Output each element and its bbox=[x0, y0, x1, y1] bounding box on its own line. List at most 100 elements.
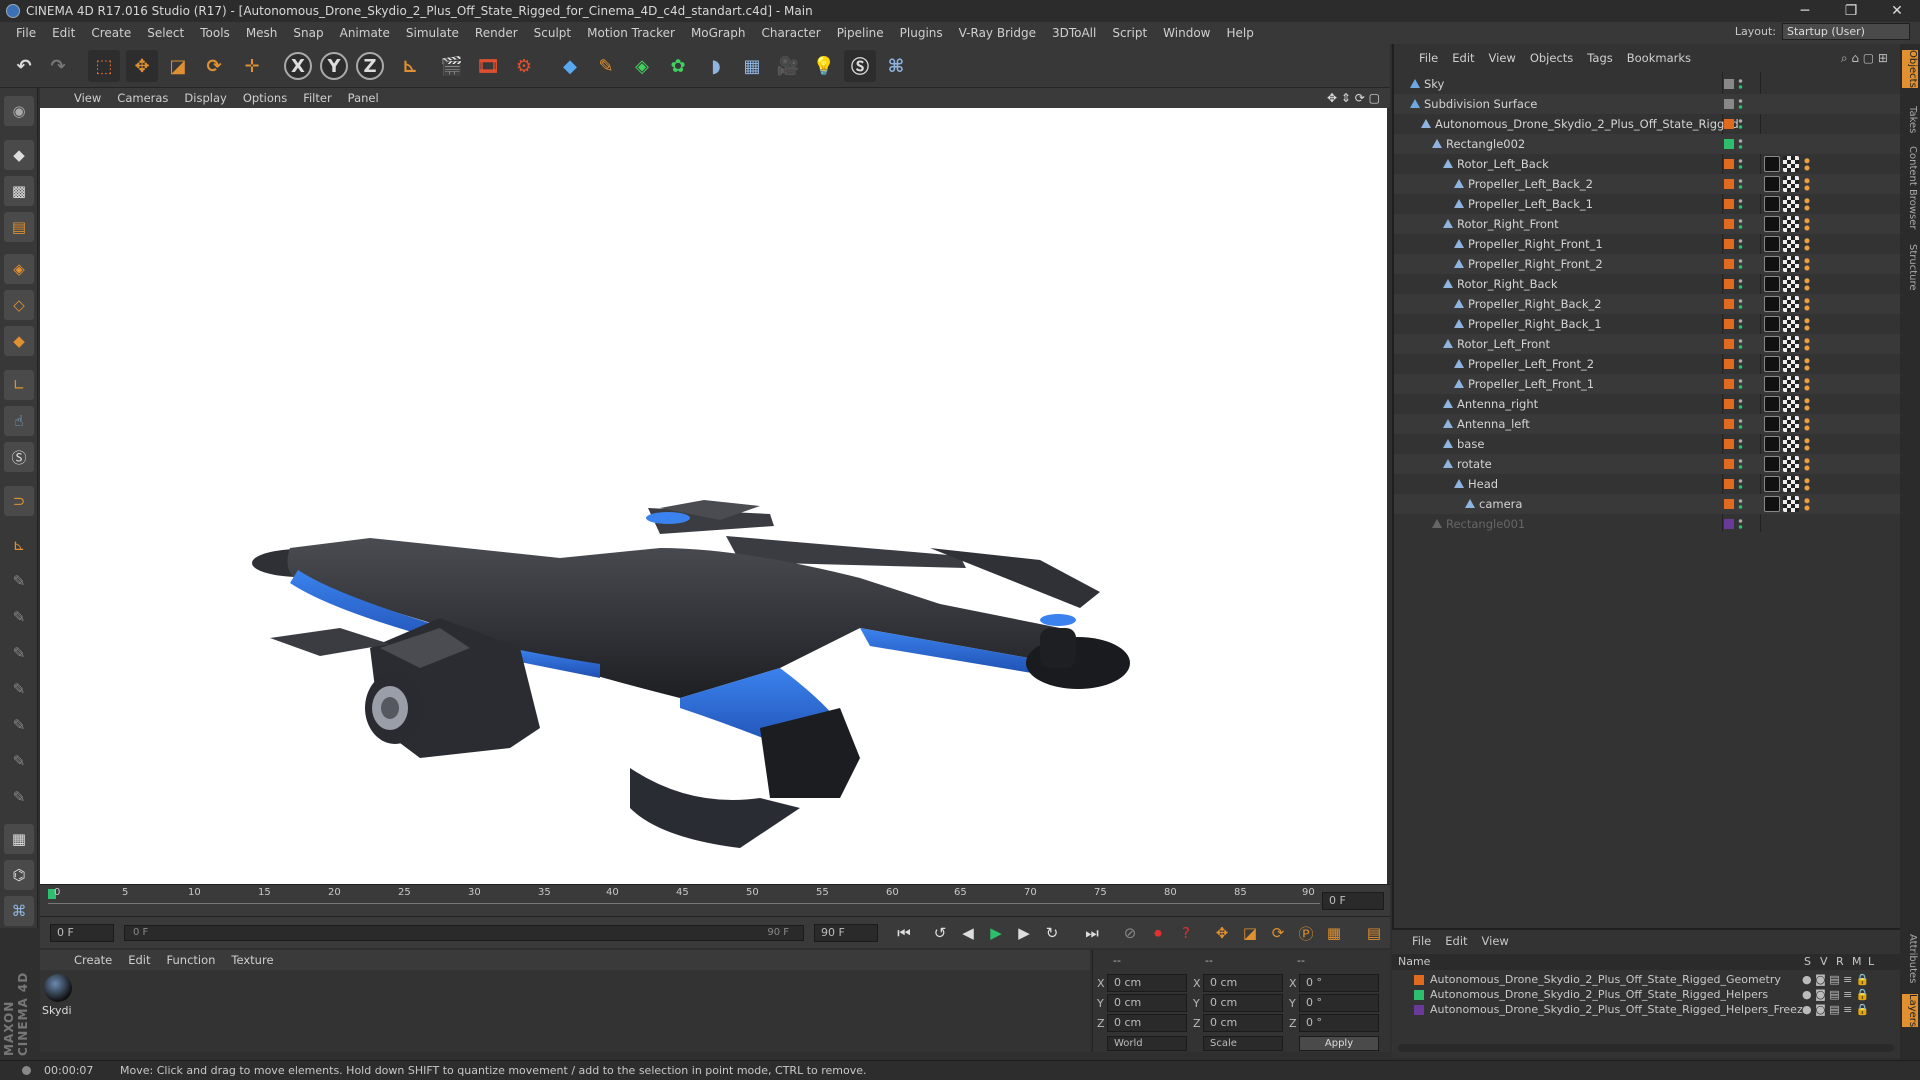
current-frame-field[interactable]: 0 F bbox=[1322, 892, 1384, 910]
menu-window[interactable]: Window bbox=[1155, 22, 1218, 44]
layer-menu-view[interactable]: View bbox=[1482, 934, 1509, 948]
key-position-icon[interactable]: ✥ bbox=[1210, 922, 1234, 944]
side-tab-content-browser[interactable]: Content Browser bbox=[1902, 146, 1918, 229]
record-keys-off-icon[interactable]: ⊘ bbox=[1118, 922, 1142, 944]
python-script-icon[interactable]: ⌘ bbox=[4, 896, 34, 926]
rig-tag-icon[interactable] bbox=[1802, 436, 1812, 452]
texture-tag-icon[interactable] bbox=[1783, 296, 1799, 312]
object-name[interactable]: Propeller_Right_Front_2 bbox=[1468, 254, 1603, 274]
rig-tag-icon[interactable] bbox=[1802, 316, 1812, 332]
viewport-menu-options[interactable]: Options bbox=[235, 91, 295, 105]
cube-primitive-icon[interactable]: ◆ bbox=[554, 50, 586, 82]
floor-icon[interactable]: ▦ bbox=[736, 50, 768, 82]
layer-color-swatch[interactable] bbox=[1724, 459, 1734, 469]
menu-render[interactable]: Render bbox=[467, 22, 526, 44]
material-tag-icon[interactable] bbox=[1764, 436, 1780, 452]
object-tags[interactable] bbox=[1764, 196, 1812, 212]
layer-color-swatch[interactable] bbox=[1724, 79, 1734, 89]
rotation-b-field[interactable]: 0 ° bbox=[1299, 1014, 1379, 1032]
side-tab-objects[interactable]: Objects bbox=[1902, 50, 1918, 88]
layer-color-swatch[interactable] bbox=[1724, 419, 1734, 429]
snapping-icon[interactable]: Ⓢ bbox=[4, 442, 34, 472]
position-x-field[interactable]: 0 cm bbox=[1107, 974, 1187, 992]
material-tag-icon[interactable] bbox=[1764, 296, 1780, 312]
rotation-h-field[interactable]: 0 ° bbox=[1299, 974, 1379, 992]
render-view-icon[interactable]: 🎬 bbox=[436, 50, 468, 82]
rig-tag-icon[interactable] bbox=[1802, 416, 1812, 432]
apply-button[interactable]: Apply bbox=[1299, 1036, 1379, 1051]
object-row[interactable]: base bbox=[1394, 434, 1900, 454]
go-to-end-icon[interactable]: ⏭ bbox=[1080, 922, 1104, 944]
position-z-field[interactable]: 0 cm bbox=[1107, 1014, 1187, 1032]
visibility-dots-icon[interactable] bbox=[1738, 258, 1743, 270]
frame-range-slider[interactable]: 0 F 90 F bbox=[124, 925, 804, 941]
rig-tag-icon[interactable] bbox=[1802, 356, 1812, 372]
object-row[interactable]: Autonomous_Drone_Skydio_2_Plus_Off_State… bbox=[1394, 114, 1900, 134]
om-menu-edit[interactable]: Edit bbox=[1445, 51, 1481, 65]
rig-tag-icon[interactable] bbox=[1802, 216, 1812, 232]
object-name[interactable]: Rotor_Left_Front bbox=[1457, 334, 1550, 354]
next-key-icon[interactable]: ↻ bbox=[1040, 922, 1064, 944]
viewport-menu-filter[interactable]: Filter bbox=[295, 91, 339, 105]
viewport-menu-cameras[interactable]: Cameras bbox=[109, 91, 176, 105]
object-name[interactable]: Propeller_Left_Back_1 bbox=[1468, 194, 1593, 214]
layer-color-swatch[interactable] bbox=[1724, 379, 1734, 389]
layout-dropdown[interactable]: Startup (User) bbox=[1782, 23, 1910, 40]
object-tags[interactable] bbox=[1764, 476, 1812, 492]
material-tag-icon[interactable] bbox=[1764, 316, 1780, 332]
object-row[interactable]: Rotor_Left_Front bbox=[1394, 334, 1900, 354]
layer-color-swatch[interactable] bbox=[1724, 219, 1734, 229]
workplane-mode-icon[interactable]: ▤ bbox=[4, 212, 34, 242]
side-tab-takes[interactable]: Takes bbox=[1902, 106, 1918, 133]
visibility-dots-icon[interactable] bbox=[1738, 418, 1743, 430]
texture-tag-icon[interactable] bbox=[1783, 236, 1799, 252]
autokey-icon[interactable]: ? bbox=[1174, 922, 1198, 944]
visibility-dots-icon[interactable] bbox=[1738, 298, 1743, 310]
texture-tag-icon[interactable] bbox=[1783, 496, 1799, 512]
object-tags[interactable] bbox=[1764, 456, 1812, 472]
rig-tag-icon[interactable] bbox=[1802, 176, 1812, 192]
object-name[interactable]: camera bbox=[1479, 494, 1522, 514]
go-to-start-icon[interactable]: ⏮ bbox=[892, 922, 916, 944]
make-editable-icon[interactable]: ◉ bbox=[4, 96, 34, 126]
key-parameter-icon[interactable]: Ⓟ bbox=[1294, 922, 1318, 944]
points-mode-icon[interactable]: ◈ bbox=[4, 254, 34, 284]
rig-tag-icon[interactable] bbox=[1802, 496, 1812, 512]
brush-tool-2-icon[interactable]: ✎ bbox=[4, 602, 34, 632]
object-name[interactable]: Rotor_Right_Back bbox=[1457, 274, 1558, 294]
object-row[interactable]: Propeller_Right_Front_1 bbox=[1394, 234, 1900, 254]
layer-color-swatch[interactable] bbox=[1724, 319, 1734, 329]
material-tag-icon[interactable] bbox=[1764, 476, 1780, 492]
material-menu-function[interactable]: Function bbox=[159, 953, 224, 967]
coordinate-system-icon[interactable]: ⊾ bbox=[394, 50, 426, 82]
brush-tool-6-icon[interactable]: ✎ bbox=[4, 746, 34, 776]
layer-name[interactable]: Autonomous_Drone_Skydio_2_Plus_Off_State… bbox=[1430, 972, 1781, 987]
object-tags[interactable] bbox=[1764, 416, 1812, 432]
minimize-button[interactable]: ─ bbox=[1782, 0, 1828, 22]
position-y-field[interactable]: 0 cm bbox=[1107, 994, 1187, 1012]
texture-tag-icon[interactable] bbox=[1783, 256, 1799, 272]
edges-mode-icon[interactable]: ◇ bbox=[4, 290, 34, 320]
visibility-dots-icon[interactable] bbox=[1738, 498, 1743, 510]
menu-vray-bridge[interactable]: V-Ray Bridge bbox=[951, 22, 1044, 44]
rig-tag-icon[interactable] bbox=[1802, 396, 1812, 412]
layer-color-swatch[interactable] bbox=[1724, 299, 1734, 309]
rig-tag-icon[interactable] bbox=[1802, 476, 1812, 492]
layer-color-swatch[interactable] bbox=[1724, 479, 1734, 489]
visibility-dots-icon[interactable] bbox=[1738, 398, 1743, 410]
y-axis-lock-icon[interactable]: Y bbox=[320, 52, 348, 80]
object-name[interactable]: base bbox=[1457, 434, 1484, 454]
visibility-dots-icon[interactable] bbox=[1738, 458, 1743, 470]
menu-snap[interactable]: Snap bbox=[285, 22, 331, 44]
layer-scrollbar[interactable] bbox=[1398, 1044, 1894, 1052]
object-row[interactable]: Propeller_Left_Back_2 bbox=[1394, 174, 1900, 194]
z-axis-lock-icon[interactable]: Z bbox=[356, 52, 384, 80]
object-row[interactable]: Rectangle001 bbox=[1394, 514, 1900, 534]
play-icon[interactable]: ▶ bbox=[984, 922, 1008, 944]
side-tab-structure[interactable]: Structure bbox=[1902, 244, 1918, 291]
texture-tag-icon[interactable] bbox=[1783, 336, 1799, 352]
previous-frame-icon[interactable]: ◀ bbox=[956, 922, 980, 944]
material-name[interactable]: Skydi bbox=[42, 1004, 72, 1017]
texture-tag-icon[interactable] bbox=[1783, 176, 1799, 192]
camera-icon[interactable]: 🎥 bbox=[772, 50, 804, 82]
